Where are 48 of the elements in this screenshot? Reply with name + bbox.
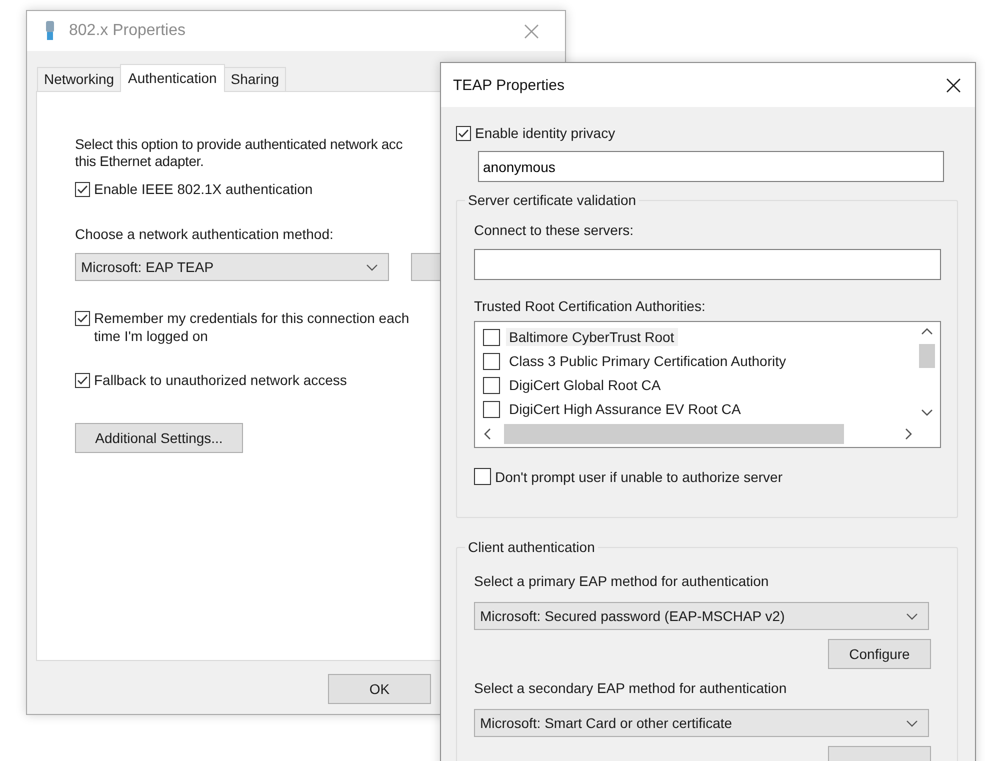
check-icon [77, 314, 88, 323]
field-label: Select a secondary EAP method for authentication [474, 679, 787, 697]
list-item[interactable]: Baltimore CyberTrust Root [506, 328, 678, 346]
list-item[interactable]: DigiCert High Assurance EV Root CA [506, 400, 745, 418]
ok-button[interactable]: OK [328, 674, 431, 704]
input-field[interactable] [474, 249, 941, 280]
description-text: Select this option to provide authenticated network acc [75, 136, 403, 153]
chevron-down-icon [906, 612, 918, 620]
checkbox-label: Don't prompt user if unable to authorize server [495, 468, 782, 486]
dropdown[interactable]: Microsoft: Smart Card or other certificate [474, 709, 929, 737]
checkbox[interactable] [75, 182, 90, 197]
description-text: this Ethernet adapter. [75, 153, 204, 170]
additional-settings-button[interactable]: Additional Settings... [75, 423, 243, 453]
checkbox[interactable] [474, 468, 491, 485]
checkbox-label: Enable IEEE 802.1X authentication [94, 180, 313, 198]
field-label: Trusted Root Certification Authorities: [474, 297, 706, 315]
checkbox[interactable] [483, 328, 500, 346]
network-plug-icon [44, 21, 56, 41]
chevron-down-icon [366, 264, 378, 270]
input-field[interactable]: anonymous [478, 151, 944, 182]
checkbox-label: Fallback to unauthorized network access [94, 371, 347, 389]
dropdown[interactable]: Microsoft: EAP TEAP [75, 253, 389, 281]
tab[interactable]: Authentication [120, 64, 225, 92]
check-icon [458, 129, 469, 138]
checkbox[interactable] [75, 373, 90, 388]
close-icon [524, 24, 539, 39]
close-icon [946, 78, 961, 93]
checkbox-label: Enable identity privacy [475, 124, 616, 142]
list-item[interactable]: DigiCert Global Root CA [506, 376, 665, 394]
dropdown[interactable]: Microsoft: Secured password (EAP-MSCHAP v2) [474, 602, 929, 630]
field-label: Choose a network authentication method: [75, 225, 334, 243]
checkbox[interactable] [483, 400, 500, 418]
window-title: 802.x Properties [69, 22, 186, 40]
chevron-down-icon [906, 720, 918, 726]
tab[interactable]: Sharing [224, 67, 286, 91]
window-title: TEAP Properties [453, 76, 564, 94]
checkbox[interactable] [456, 126, 471, 141]
field-label: Select a primary EAP method for authentication [474, 572, 769, 590]
list-item[interactable]: Class 3 Public Primary Certification Authority [506, 352, 790, 370]
checkbox[interactable] [75, 311, 90, 326]
field-label: Connect to these servers: [474, 221, 634, 239]
checkbox-label: Remember my credentials for this connection each time I'm logged on [94, 309, 410, 345]
tab[interactable]: Networking [37, 67, 122, 91]
checkbox[interactable] [483, 376, 500, 394]
checkbox[interactable] [483, 352, 500, 370]
check-icon [77, 185, 88, 194]
configure-button[interactable]: Configure [828, 639, 931, 669]
check-icon [77, 376, 88, 385]
